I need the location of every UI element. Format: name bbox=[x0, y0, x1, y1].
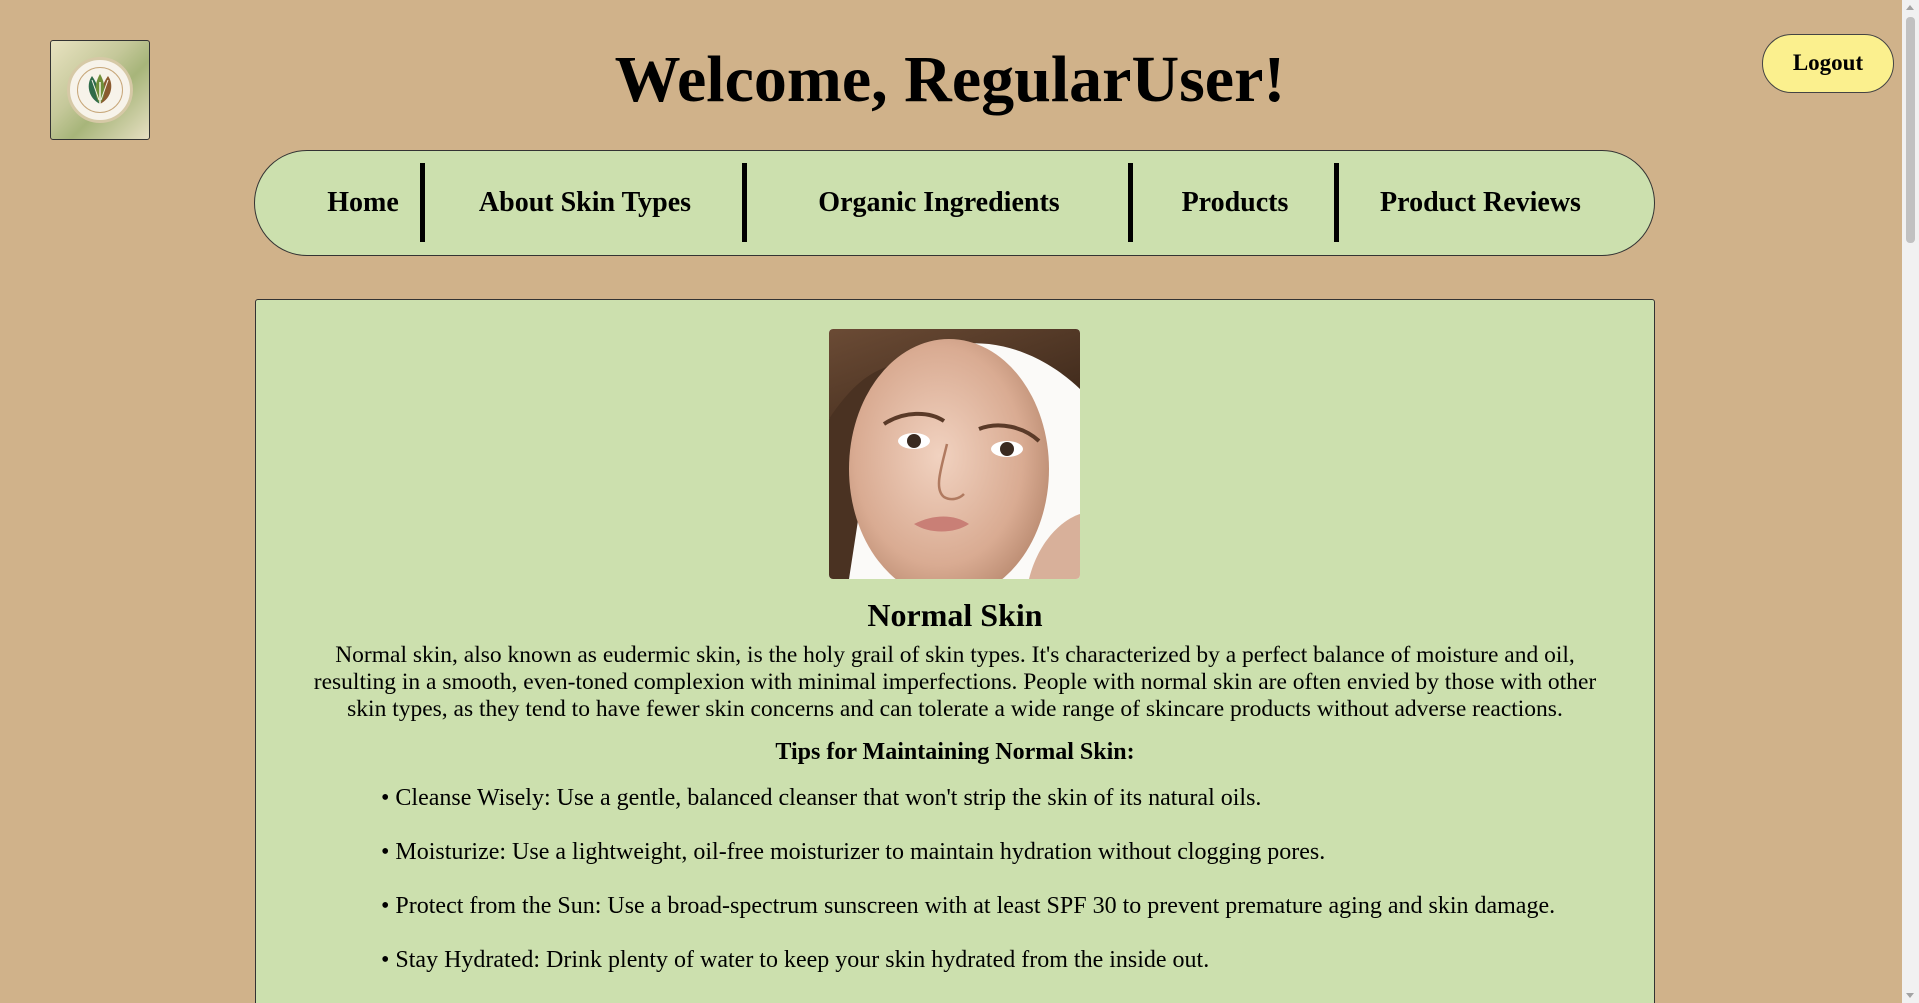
face-photo bbox=[829, 329, 1080, 579]
logout-button[interactable]: Logout bbox=[1762, 34, 1894, 93]
tip-item: • Moisturize: Use a lightweight, oil-fre… bbox=[381, 839, 1326, 865]
page: Welcome, RegularUser! Logout Home About … bbox=[0, 0, 1919, 1003]
welcome-heading: Welcome, RegularUser! bbox=[614, 43, 1286, 116]
skin-type-description: Normal skin, also known as eudermic skin… bbox=[313, 642, 1597, 722]
scroll-thumb[interactable] bbox=[1906, 17, 1915, 243]
nav-about-skin-types[interactable]: About Skin Types bbox=[425, 151, 745, 254]
nav-organic-ingredients[interactable]: Organic Ingredients bbox=[747, 151, 1131, 254]
scroll-down-arrow-icon[interactable] bbox=[1906, 993, 1914, 998]
skin-type-card: Normal Skin Normal skin, also known as e… bbox=[255, 299, 1655, 1003]
scroll-up-arrow-icon[interactable] bbox=[1906, 5, 1914, 10]
skin-type-title: Normal Skin bbox=[867, 597, 1043, 633]
vertical-scrollbar[interactable] bbox=[1902, 0, 1919, 1003]
main-nav: Home About Skin Types Organic Ingredient… bbox=[254, 150, 1655, 256]
tip-item: • Cleanse Wisely: Use a gentle, balanced… bbox=[381, 785, 1262, 811]
nav-products[interactable]: Products bbox=[1133, 151, 1337, 254]
tip-item: • Protect from the Sun: Use a broad-spec… bbox=[381, 893, 1556, 919]
nav-home[interactable]: Home bbox=[303, 151, 423, 254]
tips-heading: Tips for Maintaining Normal Skin: bbox=[775, 739, 1135, 765]
tip-item: • Stay Hydrated: Drink plenty of water t… bbox=[381, 947, 1210, 973]
nav-product-reviews[interactable]: Product Reviews bbox=[1339, 151, 1622, 254]
